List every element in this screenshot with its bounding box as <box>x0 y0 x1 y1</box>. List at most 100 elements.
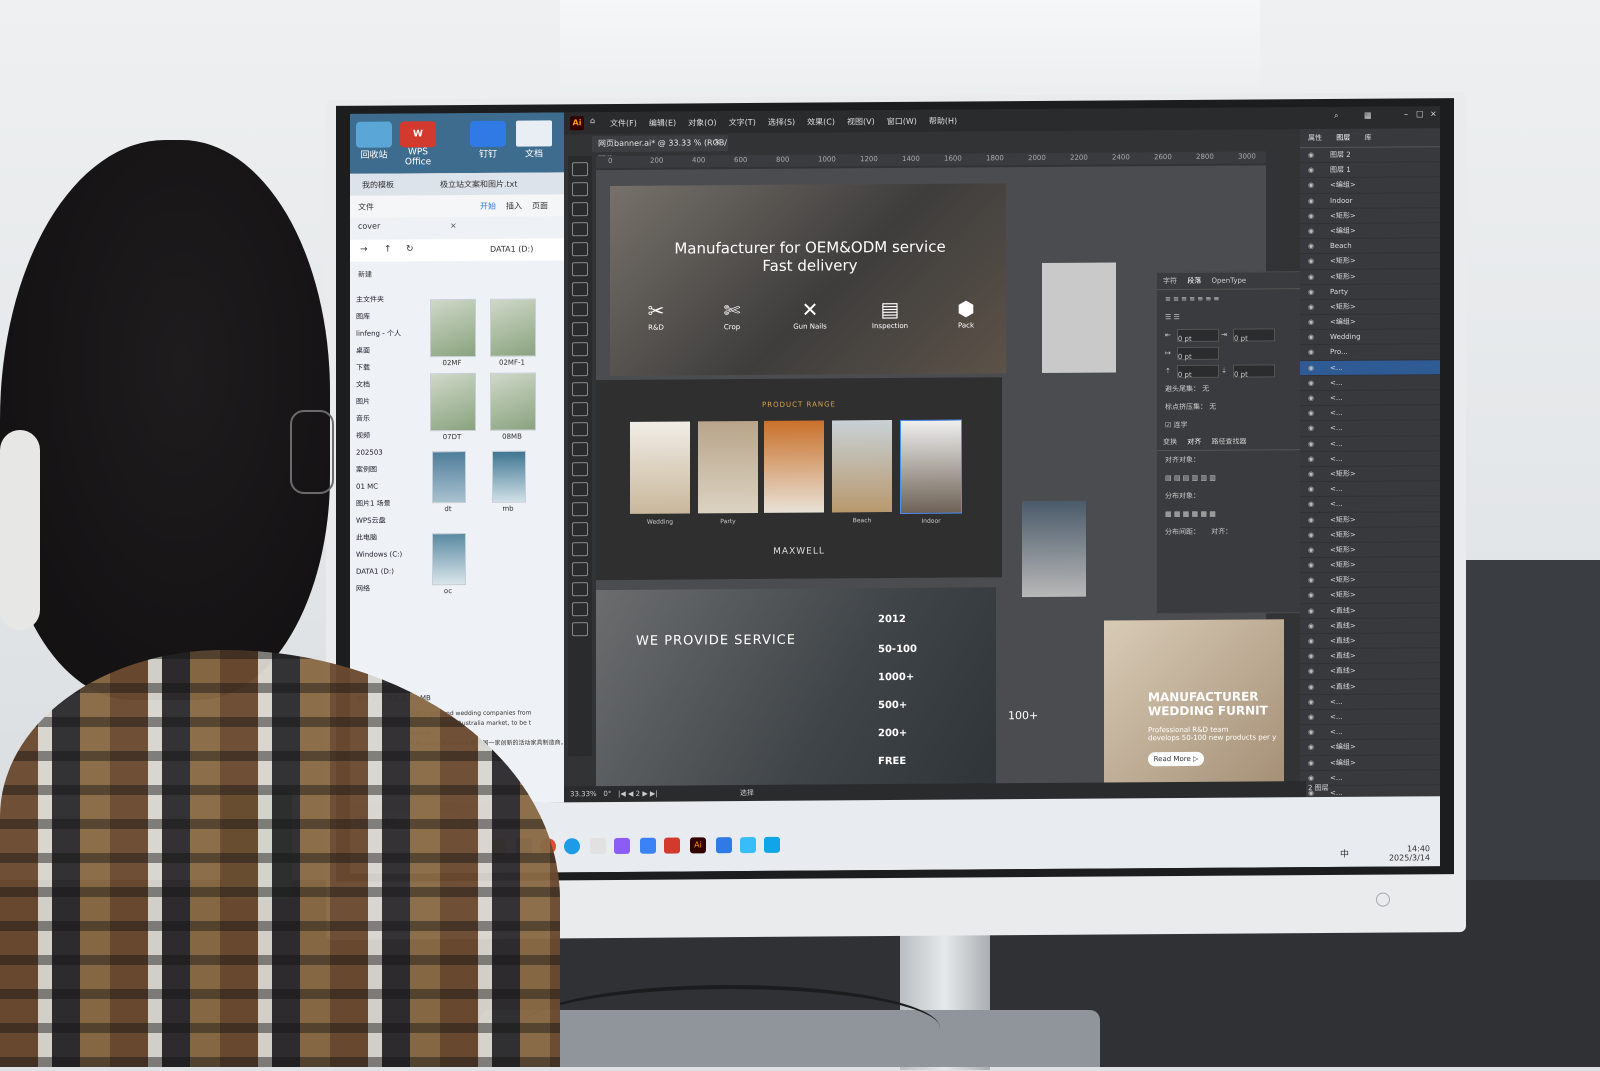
panel-tab[interactable]: 库 <box>1364 134 1371 142</box>
toolbar-item[interactable]: 插入 <box>506 201 522 212</box>
file-thumbnail[interactable] <box>492 451 526 503</box>
eye-icon[interactable]: ◉ <box>1308 543 1314 557</box>
sidebar-item[interactable]: 网络 <box>350 580 410 597</box>
up-arrow-icon[interactable]: ↑ <box>384 245 392 255</box>
tool-icon[interactable] <box>572 542 588 556</box>
sidebar-item[interactable]: Windows (C:) <box>350 546 410 563</box>
dingtalk-icon[interactable] <box>716 837 732 853</box>
tool-icon[interactable] <box>572 362 588 376</box>
sidebar-item[interactable]: DATA1 (D:) <box>350 563 410 580</box>
app-icon[interactable] <box>764 837 780 853</box>
power-button[interactable] <box>1376 893 1390 907</box>
sidebar-item[interactable]: 01 MC <box>350 478 410 495</box>
sidebar-item[interactable]: 桌面 <box>350 342 410 359</box>
recycle-bin-icon[interactable]: 回收站 <box>356 122 392 162</box>
layer-row[interactable]: ◉<直线> <box>1300 679 1440 695</box>
mojikumi-select[interactable]: 无 <box>1209 403 1216 411</box>
layer-row[interactable]: ◉<... <box>1300 390 1440 406</box>
hyphenate-row[interactable]: ☑ 连字 <box>1157 415 1303 434</box>
file-thumbnail[interactable] <box>430 299 476 357</box>
eye-icon[interactable]: ◉ <box>1308 513 1314 527</box>
layer-row[interactable]: ◉<... <box>1300 436 1440 452</box>
panel-tab[interactable]: 属性 <box>1308 134 1322 142</box>
eye-icon[interactable]: ◉ <box>1308 437 1314 451</box>
layer-row[interactable]: ◉<... <box>1300 481 1440 497</box>
toolbar-item[interactable]: 文件 <box>358 202 374 213</box>
eye-icon[interactable]: ◉ <box>1308 361 1314 375</box>
tool-icon[interactable] <box>572 322 588 336</box>
menu-item[interactable]: 视图(V) <box>847 117 875 126</box>
layer-row[interactable]: ◉<... <box>1300 497 1440 513</box>
layer-row[interactable]: ◉Party <box>1300 284 1440 300</box>
eye-icon[interactable]: ◉ <box>1308 330 1314 344</box>
eye-icon[interactable]: ◉ <box>1308 558 1314 572</box>
tool-icon[interactable] <box>572 302 588 316</box>
layer-row[interactable]: ◉<编组> <box>1300 178 1440 194</box>
artboard-patio-photo[interactable] <box>1022 501 1086 597</box>
layer-row[interactable]: ◉<矩形> <box>1300 254 1440 270</box>
product-card[interactable]: Beach <box>832 420 892 512</box>
app-icon[interactable] <box>590 838 606 854</box>
layer-row[interactable]: ◉Wedding <box>1300 329 1440 345</box>
artboard-banner-oem[interactable]: Manufacturer for OEM&ODM service Fast de… <box>610 183 1006 376</box>
kinsoku-select[interactable]: 无 <box>1202 385 1209 393</box>
layer-row[interactable]: ◉<矩形> <box>1300 527 1440 543</box>
app-icon[interactable] <box>640 838 656 854</box>
eye-icon[interactable]: ◉ <box>1308 178 1314 192</box>
menu-item[interactable]: 帮助(H) <box>929 117 957 126</box>
menu-item[interactable]: 文字(T) <box>729 118 756 127</box>
layer-row[interactable]: ◉<... <box>1300 694 1440 710</box>
tool-icon[interactable] <box>572 442 588 456</box>
layer-row[interactable]: ◉<... <box>1300 724 1440 740</box>
eye-icon[interactable]: ◉ <box>1308 725 1314 739</box>
tool-icon[interactable] <box>572 622 588 636</box>
panel-tab[interactable]: 字符 <box>1163 277 1177 285</box>
eye-icon[interactable]: ◉ <box>1308 148 1314 162</box>
menu-item[interactable]: 窗口(W) <box>887 117 917 126</box>
tool-icon[interactable] <box>572 262 588 276</box>
eye-icon[interactable]: ◉ <box>1308 224 1314 238</box>
layer-row[interactable]: ◉<编组> <box>1300 223 1440 239</box>
toolbar-item[interactable]: 开始 <box>480 201 496 212</box>
tool-icon[interactable] <box>572 522 588 536</box>
edge-icon[interactable] <box>564 838 580 854</box>
back-arrow-icon[interactable]: → <box>360 245 368 255</box>
layer-row[interactable]: ◉<矩形> <box>1300 269 1440 285</box>
artboard-product-range[interactable]: PRODUCT RANGE Wedding Party Beach Indoor… <box>596 377 1002 580</box>
explorer-tab-title[interactable]: cover <box>358 222 380 231</box>
toolbar-item[interactable]: 页面 <box>532 200 548 211</box>
panel-tab[interactable]: 图层 <box>1336 134 1350 142</box>
layer-row[interactable]: ◉<矩形> <box>1300 572 1440 588</box>
menu-item[interactable]: 文件(F) <box>610 119 637 128</box>
indent-right-field[interactable]: 0 pt <box>1233 328 1275 341</box>
sidebar-item[interactable]: 视频 <box>350 427 410 444</box>
layer-row[interactable]: ◉<直线> <box>1300 618 1440 634</box>
read-more-button[interactable]: Read More ▷ <box>1148 752 1204 766</box>
address-bar[interactable]: → ↑ ↻ DATA1 (D:) <box>350 238 564 261</box>
eye-icon[interactable]: ◉ <box>1308 528 1314 542</box>
tool-icon[interactable] <box>572 382 588 396</box>
wps-office-icon[interactable]: WWPS Office <box>400 121 436 161</box>
indent-left-field[interactable]: 0 pt <box>1177 328 1219 341</box>
document-icon[interactable]: 文档 <box>516 120 552 160</box>
eye-icon[interactable]: ◉ <box>1308 497 1314 511</box>
close-icon[interactable]: × <box>714 137 721 146</box>
first-line-field[interactable]: 0 pt <box>1177 346 1219 359</box>
tool-icon[interactable] <box>572 602 588 616</box>
layer-row[interactable]: ◉图层 1 <box>1300 162 1440 178</box>
tool-icon[interactable] <box>572 242 588 256</box>
close-icon[interactable]: × <box>1430 109 1437 118</box>
menu-item[interactable]: 选择(S) <box>768 118 795 127</box>
panel-tab[interactable]: 对齐 <box>1187 438 1201 446</box>
tool-icon[interactable] <box>572 162 588 176</box>
layer-row[interactable]: ◉<直线> <box>1300 633 1440 649</box>
eye-icon[interactable]: ◉ <box>1308 346 1314 360</box>
sidebar-item[interactable]: 音乐 <box>350 410 410 427</box>
align-object-buttons[interactable]: ▤ ▤ ▤ ▥ ▥ ▥ <box>1157 468 1303 487</box>
tool-icon[interactable] <box>572 482 588 496</box>
product-card[interactable]: Party <box>698 421 758 513</box>
eye-icon[interactable]: ◉ <box>1308 194 1314 208</box>
layer-row[interactable]: ◉Indoor <box>1300 193 1440 209</box>
layer-row[interactable]: ◉<矩形> <box>1300 557 1440 573</box>
sidebar-item[interactable]: 图片 <box>350 393 410 410</box>
